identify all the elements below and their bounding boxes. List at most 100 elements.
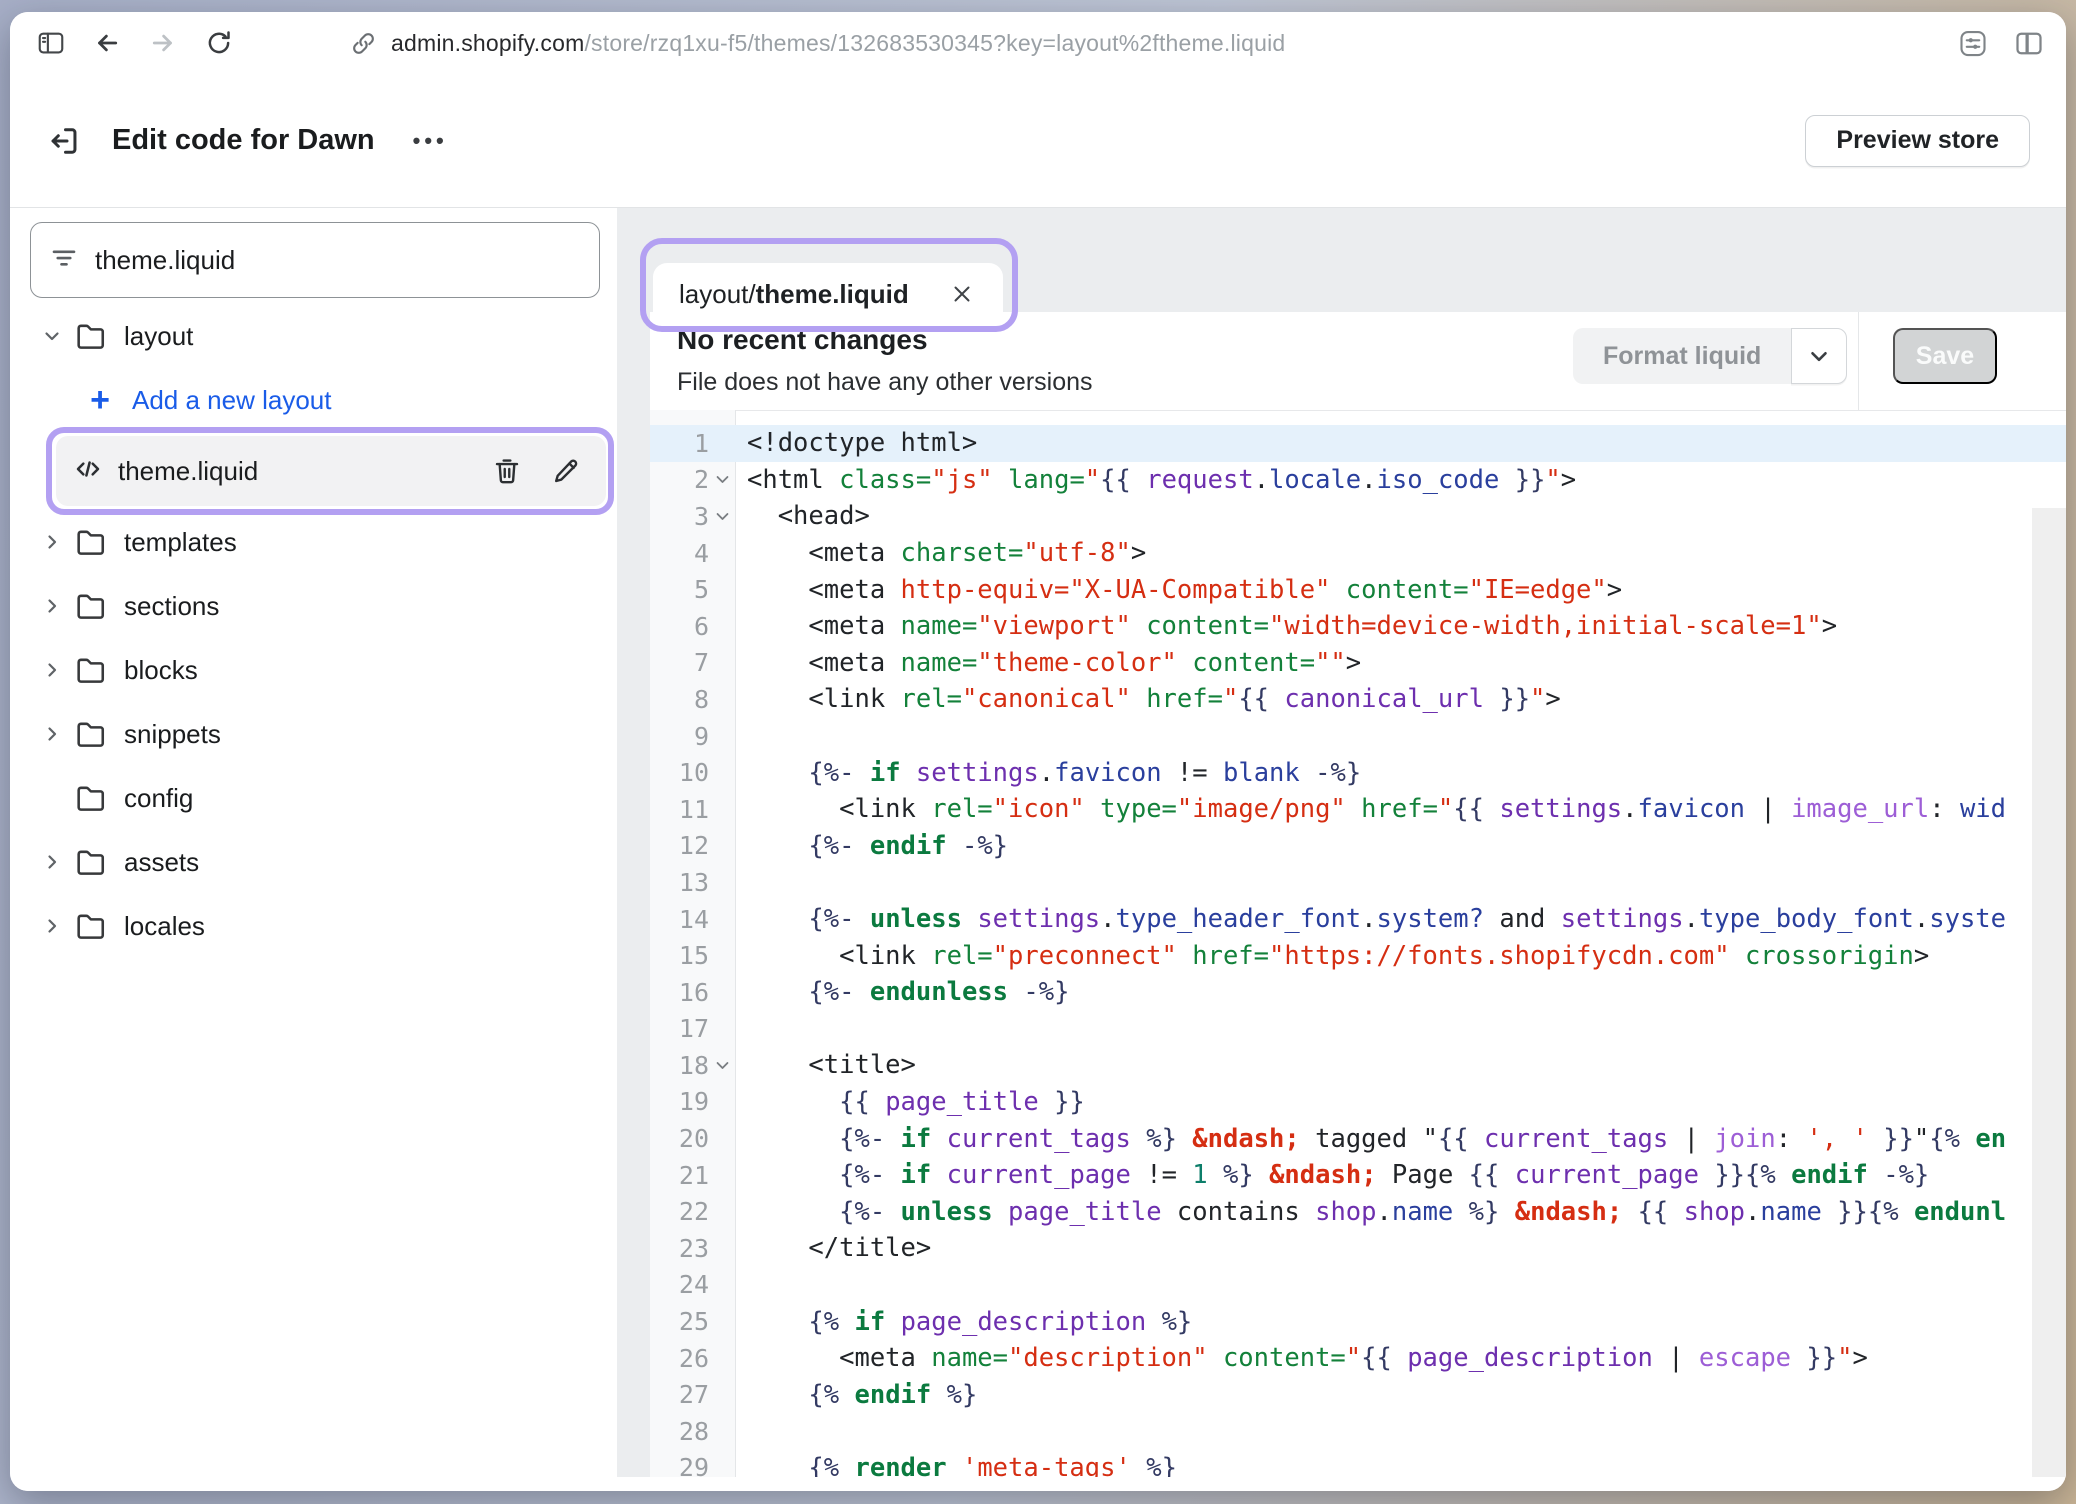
chevron-right-icon[interactable] [32, 658, 72, 682]
code-text[interactable]: {%- endunless -%} [735, 977, 2066, 1007]
panel-gap [617, 208, 650, 1477]
code-text[interactable]: <meta name="viewport" content="width=dev… [735, 611, 2066, 641]
format-dropdown-button[interactable] [1791, 328, 1847, 384]
code-text[interactable]: <meta name="theme-color" content=""> [735, 648, 2066, 678]
code-line[interactable]: 20 {%- if current_tags %} &ndash; tagged… [650, 1120, 2066, 1157]
code-text[interactable]: <head> [735, 501, 2066, 531]
code-line[interactable]: 3 <head> [650, 498, 2066, 535]
close-tab-icon[interactable] [947, 279, 977, 309]
code-line[interactable]: 21 {%- if current_page != 1 %} &ndash; P… [650, 1157, 2066, 1194]
code-line[interactable]: 28 [650, 1413, 2066, 1450]
code-line[interactable]: 5 <meta http-equiv="X-UA-Compatible" con… [650, 571, 2066, 608]
address-bar[interactable]: admin.shopify.com/store/rzq1xu-f5/themes… [348, 12, 1285, 74]
code-line[interactable]: 16 {%- endunless -%} [650, 974, 2066, 1011]
page-settings-icon[interactable] [1958, 28, 1988, 58]
code-line[interactable]: 9 [650, 718, 2066, 755]
code-line[interactable]: 23 </title> [650, 1230, 2066, 1267]
code-line[interactable]: 15 <link rel="preconnect" href="https://… [650, 937, 2066, 974]
code-line[interactable]: 12 {%- endif -%} [650, 828, 2066, 865]
code-line[interactable]: 22 {%- unless page_title contains shop.n… [650, 1193, 2066, 1230]
code-line[interactable]: 29 {% render 'meta-tags' %} [650, 1450, 2066, 1477]
fold-toggle-icon[interactable] [709, 1052, 735, 1078]
code-text[interactable]: <link rel="preconnect" href="https://fon… [735, 941, 2066, 971]
code-line[interactable]: 11 <link rel="icon" type="image/png" hre… [650, 791, 2066, 828]
code-text[interactable]: {%- endif -%} [735, 831, 2066, 861]
forward-icon[interactable] [148, 28, 178, 58]
fold-placeholder [709, 430, 735, 456]
code-line[interactable]: 18 <title> [650, 1047, 2066, 1084]
chevron-right-icon[interactable] [32, 850, 72, 874]
chevron-right-icon[interactable] [32, 722, 72, 746]
code-text[interactable]: <!doctype html> [735, 428, 2066, 458]
code-line[interactable]: 6 <meta name="viewport" content="width=d… [650, 608, 2066, 645]
code-text[interactable]: {%- unless page_title contains shop.name… [735, 1197, 2066, 1227]
code-line[interactable]: 27 {% endif %} [650, 1376, 2066, 1413]
code-editor[interactable]: 1<!doctype html>2<html class="js" lang="… [650, 410, 2066, 1477]
code-text[interactable]: {%- if current_page != 1 %} &ndash; Page… [735, 1160, 2066, 1190]
exit-editor-icon[interactable] [46, 123, 82, 159]
code-line[interactable]: 19 {{ page_title }} [650, 1084, 2066, 1121]
file-tree: layout+Add a new layouttheme.liquidtempl… [10, 304, 617, 958]
chevron-right-icon[interactable] [32, 530, 72, 554]
code-text[interactable]: <link rel="icon" type="image/png" href="… [735, 794, 2066, 824]
code-text[interactable]: {{ page_title }} [735, 1087, 2066, 1117]
sidebar-item-add-layout[interactable]: +Add a new layout [10, 368, 617, 432]
sidebar-item-snippets[interactable]: snippets [10, 702, 617, 766]
editor-scrollbar[interactable] [2032, 508, 2066, 1477]
code-line[interactable]: 4 <meta charset="utf-8"> [650, 535, 2066, 572]
sidebar-item-theme-liquid[interactable]: theme.liquid [10, 436, 617, 506]
split-view-icon[interactable] [2014, 28, 2044, 58]
chevron-right-icon[interactable] [32, 914, 72, 938]
file-search-input[interactable]: theme.liquid [30, 222, 600, 298]
code-line[interactable]: 17 [650, 1011, 2066, 1048]
code-text[interactable]: <html class="js" lang="{{ request.locale… [735, 465, 2066, 495]
code-line[interactable]: 25 {% if page_description %} [650, 1303, 2066, 1340]
editor-card: No recent changes File does not have any… [650, 312, 2066, 1477]
more-options-button[interactable]: ••• [413, 128, 448, 154]
code-text[interactable]: <link rel="canonical" href="{{ canonical… [735, 684, 2066, 714]
folder-name: snippets [124, 719, 221, 750]
code-text[interactable]: {% render 'meta-tags' %} [735, 1453, 2066, 1477]
code-line[interactable]: 7 <meta name="theme-color" content=""> [650, 645, 2066, 682]
code-line[interactable]: 10 {%- if settings.favicon != blank -%} [650, 754, 2066, 791]
sidebar-item-blocks[interactable]: blocks [10, 638, 617, 702]
sidebar-item-config[interactable]: config [10, 766, 617, 830]
code-line[interactable]: 24 [650, 1267, 2066, 1304]
rename-file-icon[interactable] [550, 454, 584, 488]
fold-toggle-icon[interactable] [709, 503, 735, 529]
browser-window: admin.shopify.com/store/rzq1xu-f5/themes… [10, 12, 2066, 1491]
sidebar-item-layout[interactable]: layout [10, 304, 617, 368]
code-line[interactable]: 13 [650, 864, 2066, 901]
chevron-down-icon[interactable] [32, 324, 72, 348]
sidebar-item-sections[interactable]: sections [10, 574, 617, 638]
code-line[interactable]: 2<html class="js" lang="{{ request.local… [650, 462, 2066, 499]
selected-file-row[interactable]: theme.liquid [56, 436, 606, 506]
code-text[interactable]: <meta http-equiv="X-UA-Compatible" conte… [735, 575, 2066, 605]
sidebar-item-locales[interactable]: locales [10, 894, 617, 958]
code-text[interactable]: <title> [735, 1050, 2066, 1080]
code-text[interactable]: {%- if current_tags %} &ndash; tagged "{… [735, 1124, 2066, 1154]
code-text[interactable]: </title> [735, 1233, 2066, 1263]
code-line[interactable]: 8 <link rel="canonical" href="{{ canonic… [650, 681, 2066, 718]
sidebar-item-assets[interactable]: assets [10, 830, 617, 894]
code-line[interactable]: 26 <meta name="description" content="{{ … [650, 1340, 2066, 1377]
save-button[interactable]: Save [1893, 328, 1997, 384]
code-line[interactable]: 14 {%- unless settings.type_header_font.… [650, 901, 2066, 938]
code-text[interactable]: {% endif %} [735, 1380, 2066, 1410]
sidebar-item-templates[interactable]: templates [10, 510, 617, 574]
code-text[interactable]: {%- unless settings.type_header_font.sys… [735, 904, 2066, 934]
fold-toggle-icon[interactable] [709, 467, 735, 493]
sidebar-toggle-icon[interactable] [36, 28, 66, 58]
tab-theme-liquid[interactable]: layout/theme.liquid [653, 263, 1003, 325]
chevron-right-icon[interactable] [32, 594, 72, 618]
code-text[interactable]: <meta charset="utf-8"> [735, 538, 2066, 568]
back-icon[interactable] [92, 28, 122, 58]
code-line[interactable]: 1<!doctype html> [650, 425, 2066, 462]
format-liquid-button[interactable]: Format liquid [1573, 328, 1847, 384]
code-text[interactable]: {% if page_description %} [735, 1307, 2066, 1337]
delete-file-icon[interactable] [490, 454, 524, 488]
code-text[interactable]: {%- if settings.favicon != blank -%} [735, 758, 2066, 788]
preview-store-button[interactable]: Preview store [1805, 115, 2030, 167]
reload-icon[interactable] [204, 28, 234, 58]
code-text[interactable]: <meta name="description" content="{{ pag… [735, 1343, 2066, 1373]
